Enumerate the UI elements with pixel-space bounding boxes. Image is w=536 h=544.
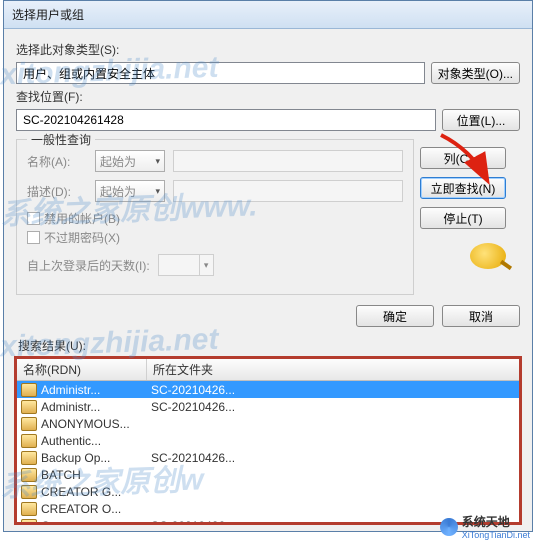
row-name: ANONYMOUS...	[41, 417, 147, 431]
group-icon	[21, 434, 37, 448]
table-row[interactable]: Authentic...	[17, 432, 519, 449]
desc-match-combo[interactable]: 起始为 ▾	[95, 180, 165, 202]
table-row[interactable]: Backup Op...SC-20210426...	[17, 449, 519, 466]
disabled-accounts-checkbox[interactable]	[27, 212, 40, 225]
table-row[interactable]: Administr...SC-20210426...	[17, 398, 519, 415]
group-icon	[21, 451, 37, 465]
nonexpiring-pw-checkbox[interactable]	[27, 231, 40, 244]
row-name: Administr...	[41, 400, 147, 414]
cancel-button[interactable]: 取消	[442, 305, 520, 327]
row-name: BATCH	[41, 468, 147, 482]
table-row[interactable]: Administr...SC-20210426...	[17, 381, 519, 398]
col-name[interactable]: 名称(RDN)	[17, 359, 147, 380]
days-since-logon-combo[interactable]: ▾	[158, 254, 214, 276]
row-folder: SC-20210426...	[147, 451, 519, 465]
disabled-accounts-label: 禁用的帐户(B)	[44, 210, 120, 227]
row-name: Authentic...	[41, 434, 147, 448]
row-name: Administr...	[41, 383, 147, 397]
row-name: CREATOR G...	[41, 485, 147, 499]
columns-button[interactable]: 列(C)...	[420, 147, 506, 169]
row-name: Backup Op...	[41, 451, 147, 465]
desc-label: 描述(D):	[27, 183, 87, 200]
chevron-down-icon: ▾	[155, 186, 160, 197]
group-icon	[21, 417, 37, 431]
row-folder: SC-20210426...	[147, 400, 519, 414]
location-label: 查找位置(F):	[16, 88, 520, 105]
row-folder: SC-20210426...	[147, 383, 519, 397]
footer-logo: 系统天地 XiTongTianDi.net	[440, 513, 530, 540]
locations-button[interactable]: 位置(L)...	[442, 109, 520, 131]
group-icon	[21, 485, 37, 499]
find-now-button[interactable]: 立即查找(N)	[420, 177, 506, 199]
object-types-button[interactable]: 对象类型(O)...	[431, 62, 520, 84]
nonexpiring-pw-label: 不过期密码(X)	[44, 229, 120, 246]
row-name: Cryptogra...	[41, 519, 147, 524]
common-query-legend: 一般性查询	[27, 131, 95, 148]
group-icon	[21, 468, 37, 482]
desc-input[interactable]	[173, 180, 403, 202]
object-type-label: 选择此对象类型(S):	[16, 41, 520, 58]
table-row[interactable]: ANONYMOUS...	[17, 415, 519, 432]
ok-button[interactable]: 确定	[356, 305, 434, 327]
row-name: CREATOR O...	[41, 502, 147, 516]
common-query-fieldset: 一般性查询 名称(A): 起始为 ▾ 描述(D): 起始为 ▾	[16, 139, 414, 295]
chevron-down-icon: ▾	[155, 156, 160, 167]
name-label: 名称(A):	[27, 153, 87, 170]
name-input[interactable]	[173, 150, 403, 172]
results-list[interactable]: 名称(RDN) 所在文件夹 Administr...SC-20210426...…	[16, 358, 520, 523]
location-input[interactable]	[16, 109, 436, 131]
days-since-logon-label: 自上次登录后的天数(I):	[27, 257, 150, 274]
titlebar: 选择用户或组	[4, 1, 532, 29]
dialog-window: 选择用户或组 选择此对象类型(S): 对象类型(O)... 查找位置(F): 位…	[3, 0, 533, 532]
globe-icon	[440, 518, 458, 536]
col-folder[interactable]: 所在文件夹	[147, 359, 519, 380]
chevron-down-icon: ▾	[199, 255, 213, 275]
logo-title: 系统天地	[462, 513, 530, 530]
group-icon	[21, 400, 37, 414]
stop-button[interactable]: 停止(T)	[420, 207, 506, 229]
results-header: 名称(RDN) 所在文件夹	[17, 359, 519, 381]
desc-match-value: 起始为	[100, 183, 136, 200]
logo-subtitle: XiTongTianDi.net	[462, 530, 530, 540]
group-icon	[21, 383, 37, 397]
dialog-content: 选择此对象类型(S): 对象类型(O)... 查找位置(F): 位置(L)...…	[4, 29, 532, 531]
window-title: 选择用户或组	[12, 6, 84, 23]
table-row[interactable]: CREATOR G...	[17, 483, 519, 500]
name-match-combo[interactable]: 起始为 ▾	[95, 150, 165, 172]
object-type-input[interactable]	[16, 62, 425, 84]
table-row[interactable]: BATCH	[17, 466, 519, 483]
group-icon	[21, 519, 37, 524]
search-results-label: 搜索结果(U):	[18, 337, 520, 354]
search-icon	[470, 243, 506, 269]
group-icon	[21, 502, 37, 516]
name-match-value: 起始为	[100, 153, 136, 170]
